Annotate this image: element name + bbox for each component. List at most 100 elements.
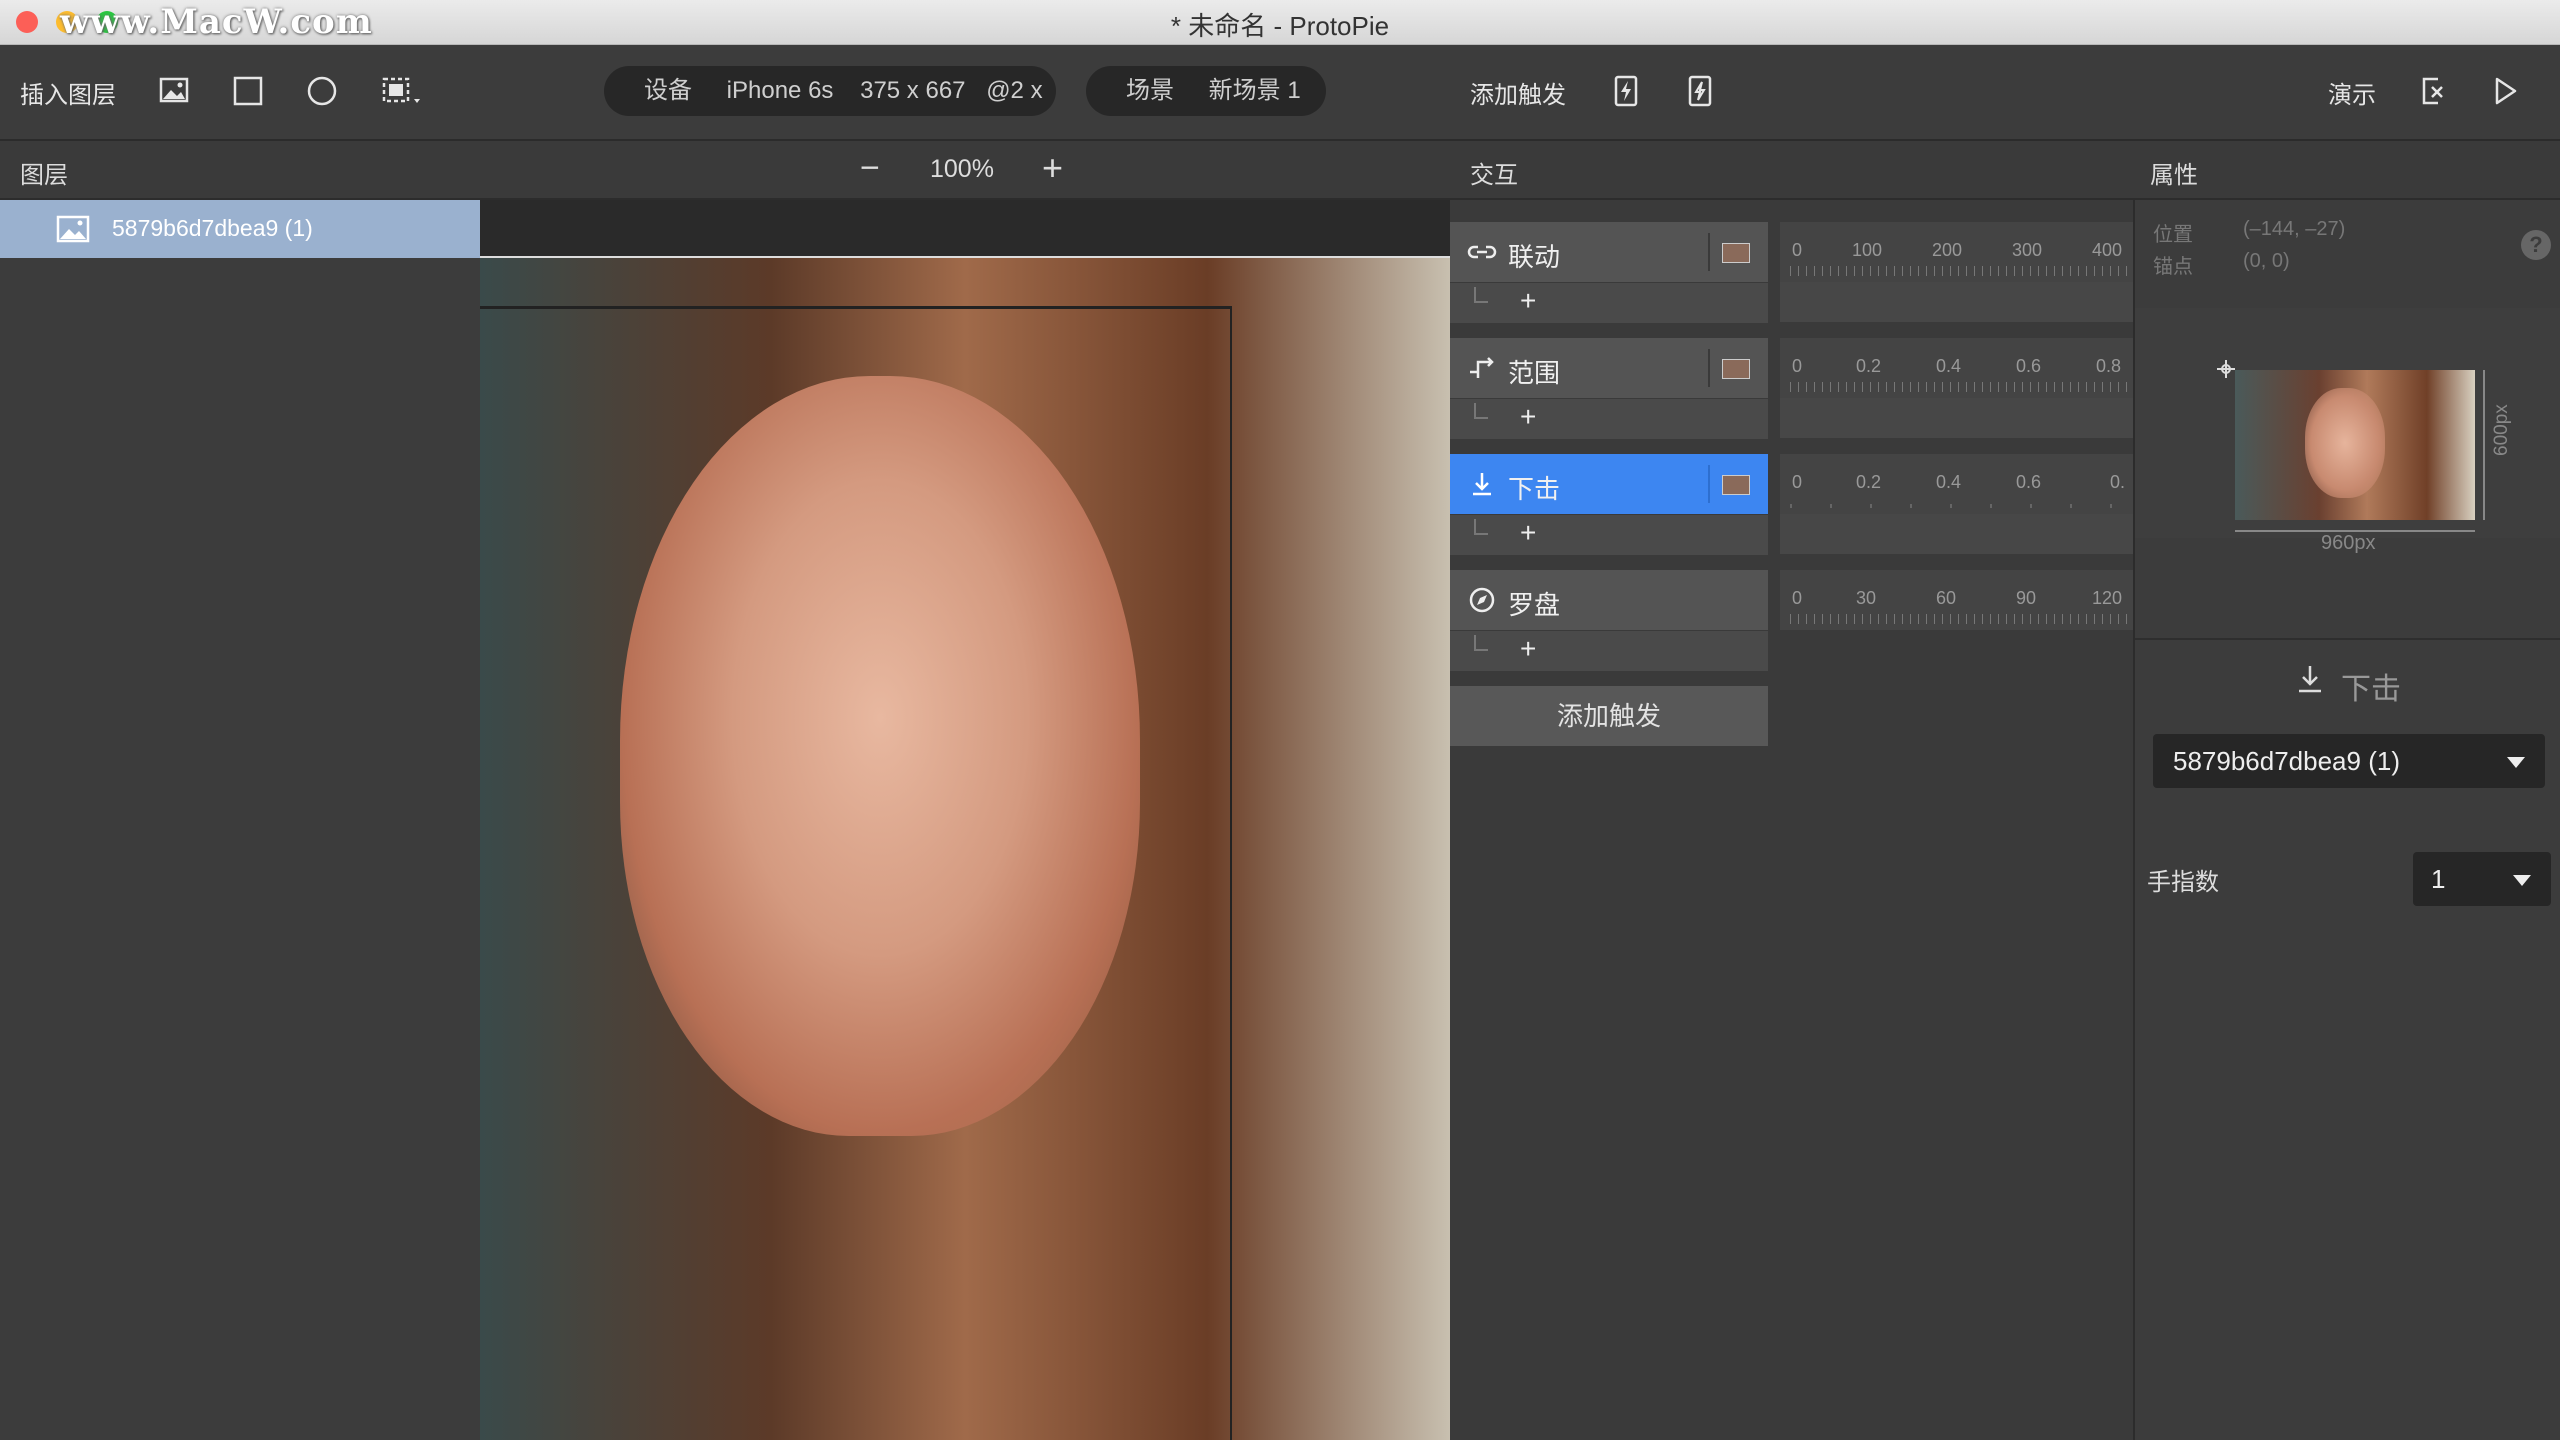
trigger-tap-down[interactable]: 下击 <box>1450 454 1768 514</box>
ruler-tick-label: 100 <box>1852 240 1883 260</box>
ruler-tick-label: 0.6 <box>2016 472 2042 492</box>
zoom-out-button[interactable]: − <box>860 149 880 188</box>
add-trigger-button[interactable]: 添加触发 <box>1450 686 1768 746</box>
properties-panel-title: 属性 <box>2150 162 2198 189</box>
target-layer-select[interactable]: 5879b6d7dbea9 (1) <box>2153 734 2545 788</box>
ruler-tick-label: 30 <box>1856 588 1877 608</box>
insert-container-icon[interactable] <box>374 67 434 115</box>
device-selector[interactable]: 设备 iPhone 6s 375 x 667 @2 x <box>604 66 1056 116</box>
ruler-tick-label: 0.2 <box>1856 356 1882 376</box>
window-title: * 未命名 - ProtoPie <box>1170 11 1390 41</box>
scene-label: 场景 <box>1126 77 1174 104</box>
photo-layer[interactable] <box>480 256 1450 1440</box>
insert-image-icon[interactable] <box>150 67 198 115</box>
timeline-ruler[interactable]: 0 0.2 0.4 0.6 0. <box>1780 454 2133 514</box>
layer-name: 5879b6d7dbea9 (1) <box>112 215 313 241</box>
layers-panel-title: 图层 <box>20 162 68 189</box>
trigger-label: 范围 <box>1508 358 1561 388</box>
finger-count-label: 手指数 <box>2147 869 2219 896</box>
portrait-face <box>620 376 1140 1136</box>
ruler-tick-label: 0.4 <box>1936 356 1962 376</box>
ruler-tick-label: 0.8 <box>2096 356 2122 376</box>
ruler-tick-label: 300 <box>2012 240 2043 260</box>
trigger-response-row: + <box>1450 630 1768 671</box>
layer-preview-area: 600px 960px <box>2135 308 2560 554</box>
trigger-label: 联动 <box>1508 242 1561 272</box>
divider <box>2135 638 2560 640</box>
interactions-panel: 联动 + 0 100 200 300 400 范围 + 0 0.2 0.4 0.… <box>1450 200 2133 1440</box>
add-response-icon[interactable] <box>1676 67 1724 115</box>
play-icon[interactable] <box>2480 67 2528 115</box>
trigger-response-row: + <box>1450 282 1768 323</box>
layer-row[interactable]: 5879b6d7dbea9 (1) <box>0 200 480 258</box>
trigger-response-row: + <box>1450 398 1768 439</box>
ruler-ticks <box>1790 266 2133 276</box>
canvas-area[interactable] <box>480 200 1450 1440</box>
add-response-button[interactable]: + <box>1520 517 1536 549</box>
insert-rectangle-icon[interactable] <box>224 67 272 115</box>
height-dimension-label: 600px <box>2491 404 2512 456</box>
ruler-tick-label: 0.6 <box>2016 356 2042 376</box>
trigger-range[interactable]: 范围 <box>1450 338 1768 398</box>
add-response-button[interactable]: + <box>1520 633 1536 665</box>
ruler-tick-label: 0.4 <box>1936 472 1962 492</box>
timeline-track <box>1780 282 2133 322</box>
toolbar: 插入图层 设备 iPhone 6s 375 x 667 @2 x 场景 新场景 … <box>0 45 2560 141</box>
timeline-ruler[interactable]: 0 30 60 90 120 <box>1780 570 2133 630</box>
ruler-ticks <box>1790 504 2133 508</box>
layer-thumbnail-icon <box>1708 233 1754 271</box>
insert-oval-icon[interactable] <box>298 67 346 115</box>
trigger-link[interactable]: 联动 <box>1450 222 1768 282</box>
ruler-ticks <box>1790 614 2133 624</box>
scene-selector[interactable]: 场景 新场景 1 <box>1086 66 1326 116</box>
tap-down-icon <box>1473 473 1491 496</box>
timeline-ruler[interactable]: 0 100 200 300 400 <box>1780 222 2133 282</box>
add-response-button[interactable]: + <box>1520 285 1536 317</box>
ruler-tick-label: 200 <box>1932 240 1963 260</box>
device-label: 设备 <box>644 77 692 104</box>
thumbnail-face <box>2305 388 2385 498</box>
title-bar: www.MacW.com * 未命名 - ProtoPie <box>0 0 2560 45</box>
device-name: iPhone 6s <box>726 77 834 104</box>
trigger-response-row: + <box>1450 514 1768 555</box>
ruler-tick-label: 60 <box>1936 588 1957 608</box>
preview-label[interactable]: 演示 <box>2328 75 2376 110</box>
ruler-tick-label: 0.2 <box>1856 472 1882 492</box>
ruler-tick-label: 120 <box>2092 588 2123 608</box>
device-size: 375 x 667 <box>860 77 966 104</box>
device-preview-icon[interactable] <box>2408 67 2456 115</box>
device-frame-edge <box>1230 306 1232 1440</box>
anchor-move-icon[interactable] <box>2215 358 2237 380</box>
anchor-value: (0, 0) <box>2243 250 2290 272</box>
add-trigger-toolbar-label[interactable]: 添加触发 <box>1470 75 1566 110</box>
zoom-level: 100% <box>930 155 994 183</box>
finger-count-select[interactable]: 1 <box>2413 852 2551 906</box>
trigger-compass[interactable]: 罗盘 <box>1450 570 1768 630</box>
position-label: 位置 <box>2153 224 2193 246</box>
layers-panel <box>0 200 480 1440</box>
branch-icon <box>1474 403 1488 419</box>
position-value: (–144, –27) <box>2243 218 2346 240</box>
panel-headers: 图层 − 100% + 交互 属性 <box>0 141 2560 200</box>
ruler-tick-label: 400 <box>2092 240 2123 260</box>
ruler-tick-label: 0. <box>2110 472 2126 492</box>
ruler-tick-label: 0 <box>1792 588 1803 608</box>
finger-count-value: 1 <box>2431 864 2446 894</box>
device-frame-top <box>480 306 1230 309</box>
interactions-panel-title: 交互 <box>1470 162 1518 189</box>
branch-icon <box>1474 287 1488 303</box>
add-trigger-icon[interactable] <box>1602 67 1650 115</box>
ruler-tick-label: 0 <box>1792 472 1803 492</box>
width-dimension-label: 960px <box>2321 532 2376 554</box>
zoom-in-button[interactable]: + <box>1042 147 1063 189</box>
trigger-label: 下击 <box>1508 474 1561 504</box>
device-scale: @2 x <box>986 77 1043 104</box>
trigger-label: 罗盘 <box>1508 590 1561 620</box>
ruler-tick-label: 0 <box>1792 240 1803 260</box>
add-response-button[interactable]: + <box>1520 401 1536 433</box>
chevron-down-icon <box>2513 875 2531 886</box>
help-icon[interactable]: ? <box>2521 230 2551 260</box>
timeline-ruler[interactable]: 0 0.2 0.4 0.6 0.8 <box>1780 338 2133 398</box>
tap-down-icon <box>2299 666 2321 693</box>
chevron-down-icon <box>2507 757 2525 768</box>
